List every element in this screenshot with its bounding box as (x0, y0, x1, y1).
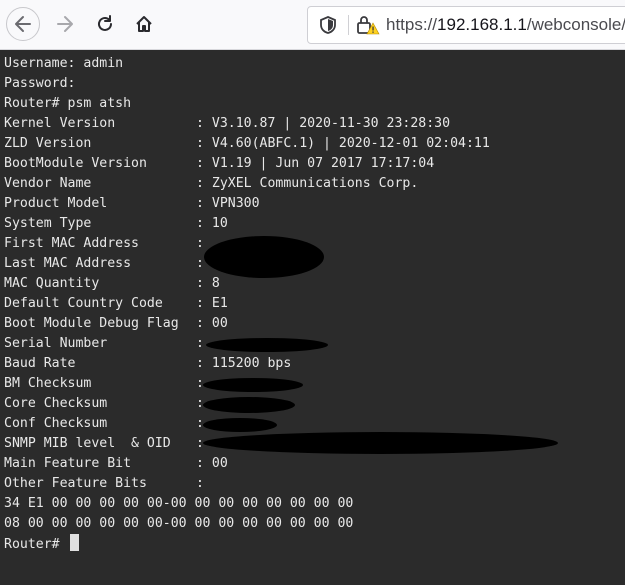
redaction-snmp-oid (203, 432, 558, 454)
field-label: Conf Checksum (4, 416, 108, 431)
address-bar[interactable]: https://192.168.1.1/webconsole/ (307, 6, 625, 44)
shield-icon[interactable] (318, 15, 338, 35)
field-value: : (196, 256, 204, 271)
field-label: First MAC Address (4, 236, 139, 251)
field-row: Product Model : VPN300 (4, 194, 625, 214)
field-label: Vendor Name (4, 176, 92, 191)
field-row: Vendor Name : ZyXEL Communications Corp. (4, 174, 625, 194)
field-row: Kernel Version : V3.10.87 | 2020-11-30 23… (4, 114, 625, 134)
field-label: Last MAC Address (4, 256, 132, 271)
field-row: Other Feature Bits: (4, 474, 625, 494)
redaction-bm-checksum (203, 378, 303, 392)
field-row: System Type : 10 (4, 214, 625, 234)
home-icon (136, 16, 152, 32)
url-path: /webconsole/ (526, 15, 625, 34)
prompt-line[interactable]: Router# (4, 534, 625, 554)
field-label: Core Checksum (4, 396, 108, 411)
url-text[interactable]: https://192.168.1.1/webconsole/ (386, 15, 625, 35)
redaction-serial (206, 338, 328, 352)
arrow-right-icon (57, 16, 73, 32)
field-value: : (196, 236, 204, 251)
field-label: Boot Module Debug Flag (4, 316, 179, 331)
field-value: : 8 (196, 276, 220, 291)
field-label: MAC Quantity (4, 276, 100, 291)
browser-toolbar: https://192.168.1.1/webconsole/ (0, 0, 625, 50)
field-label: Default Country Code (4, 296, 163, 311)
field-value: : (196, 336, 204, 351)
field-value: : 00 (196, 456, 228, 471)
field-label: ZLD Version (4, 136, 92, 151)
lock-warning-icon[interactable] (356, 14, 380, 36)
back-button[interactable] (6, 7, 40, 41)
field-value: : V1.19 | Jun 07 2017 17:17:04 (196, 156, 435, 171)
field-value: : (196, 476, 204, 491)
terminal-line: Username: admin (4, 56, 124, 71)
address-bar-divider (348, 15, 349, 35)
reload-icon (98, 15, 112, 31)
field-label: Product Model (4, 196, 108, 211)
field-label: System Type (4, 216, 92, 231)
field-label: Kernel Version (4, 116, 116, 131)
field-row: Boot Module Debug Flag : 00 (4, 314, 625, 334)
field-value: : ZyXEL Communications Corp. (196, 176, 419, 191)
field-label: Main Feature Bit (4, 456, 132, 471)
field-row: Core Checksum: (4, 394, 625, 414)
field-value: : 115200 bps (196, 356, 292, 371)
field-value: : V4.60(ABFC.1) | 2020-12-01 02:04:11 (196, 136, 490, 151)
field-label: SNMP MIB level & OID (4, 436, 171, 451)
url-host: 192.168.1.1 (437, 15, 527, 34)
terminal-line: 34 E1 00 00 00 00 00-00 00 00 00 00 00 0… (4, 496, 354, 511)
terminal-line: 08 00 00 00 00 00 00-00 00 00 00 00 00 0… (4, 516, 354, 531)
field-row: Default Country Code : E1 (4, 294, 625, 314)
reload-button[interactable] (88, 7, 122, 41)
redaction-mac (204, 236, 324, 278)
field-label: BootModule Version (4, 156, 147, 171)
field-row: MAC Quantity : 8 (4, 274, 625, 294)
url-scheme: https:// (386, 15, 438, 34)
arrow-left-icon (15, 16, 31, 32)
field-row: ZLD Version : V4.60(ABFC.1) | 2020-12-01 … (4, 134, 625, 154)
field-value: : E1 (196, 296, 228, 311)
field-row: Conf Checksum: (4, 414, 625, 434)
field-value: : VPN300 (196, 196, 260, 211)
field-label: Other Feature Bits (4, 476, 147, 491)
field-value: : V3.10.87 | 2020-11-30 23:28:30 (196, 116, 451, 131)
field-label: Baud Rate (4, 356, 76, 371)
field-label: BM Checksum (4, 376, 92, 391)
field-label: Serial Number (4, 336, 108, 351)
home-button[interactable] (127, 7, 161, 41)
text-cursor (69, 534, 79, 551)
terminal-console[interactable]: Username: admin Password: Router# psm at… (0, 50, 625, 585)
field-row: BM Checksum: (4, 374, 625, 394)
redaction-core-checksum (203, 397, 295, 413)
forward-button[interactable] (48, 7, 82, 41)
field-row: BootModule Version : V1.19 | Jun 07 2017 … (4, 154, 625, 174)
prompt-text: Router# (4, 537, 68, 552)
terminal-line: Password: (4, 76, 76, 91)
redaction-conf-checksum (203, 418, 277, 432)
field-value: : 10 (196, 216, 228, 231)
terminal-line: Router# psm atsh (4, 96, 132, 111)
field-row: Baud Rate : 115200 bps (4, 354, 625, 374)
field-value: : 00 (196, 316, 228, 331)
field-row: Main Feature Bit : 00 (4, 454, 625, 474)
